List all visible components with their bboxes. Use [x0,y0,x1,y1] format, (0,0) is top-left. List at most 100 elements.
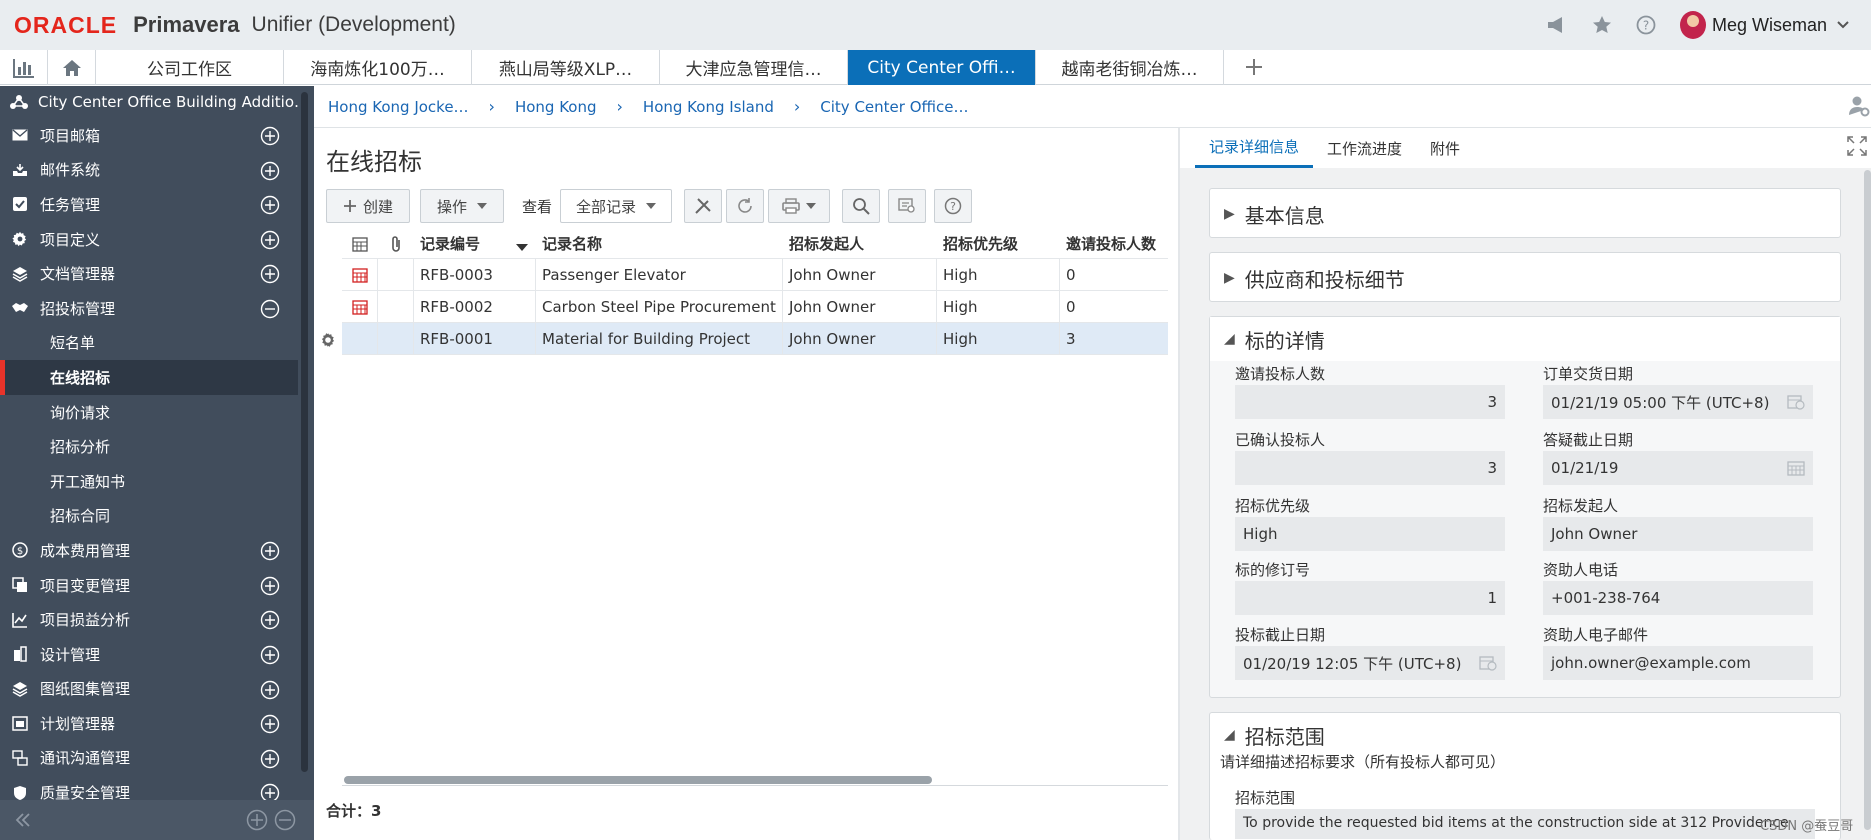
view-select[interactable]: 全部记录 [560,189,673,223]
add-tab-button[interactable] [1224,50,1284,84]
record-name-cell[interactable]: Material for Building Project [536,323,783,354]
avatar[interactable] [1679,11,1706,39]
supplier-section[interactable]: ▶ 供应商和投标细节 [1209,252,1841,302]
expand-plus-icon[interactable] [260,645,280,665]
workspace-tab[interactable]: City Center Offi… [848,50,1036,85]
create-button[interactable]: 创建 [326,189,410,223]
record-number-cell[interactable]: RFB-0001 [414,323,536,354]
column-header-record-name[interactable]: 记录名称 [536,229,783,258]
project-name: City Center Office Building Additio… [38,93,300,111]
row-settings-icon[interactable] [318,330,338,350]
expand-plus-icon[interactable] [260,126,280,146]
find-on-page-button[interactable] [888,189,927,223]
breadcrumb-link[interactable]: Hong Kong Island [643,98,774,116]
sidebar-item[interactable]: 项目变更管理 [0,568,300,603]
column-header-priority[interactable]: 招标优先级 [937,229,1060,258]
expand-triangle-icon[interactable]: ▶ [1224,206,1235,222]
announcement-icon[interactable] [1546,16,1568,34]
sidebar-item[interactable]: $ 成本费用管理 [0,533,300,568]
expand-plus-icon[interactable] [260,541,280,561]
expand-plus-icon[interactable] [260,680,280,700]
workspace-tab[interactable]: 大津应急管理信… [660,50,848,85]
user-settings-icon[interactable] [1848,95,1870,117]
sidebar-item[interactable]: 邮件系统 [0,153,300,188]
help-icon[interactable]: ? [1636,15,1656,35]
sidebar-item[interactable]: 设计管理 [0,637,300,672]
collapse-triangle-icon[interactable]: ◢ [1224,727,1235,743]
detail-tab[interactable]: 工作流进度 [1313,128,1416,168]
sidebar-subitem[interactable]: 开工通知书 [0,464,298,499]
breadcrumb-link[interactable]: Hong Kong Jocke… [328,98,469,116]
expand-plus-icon[interactable] [260,610,280,630]
sidebar-subitem[interactable]: 在线招标 [0,360,298,395]
sidebar-subitem[interactable]: 招标合同 [0,499,298,534]
collapse-triangle-icon[interactable]: ◢ [1224,331,1235,347]
home-button[interactable] [48,50,96,85]
sidebar-subitem[interactable]: 短名单 [0,326,298,361]
collapse-sidebar-icon[interactable] [14,812,32,828]
dashboard-button[interactable] [0,50,48,85]
table-row[interactable]: RFB-0003 Passenger Elevator John Owner High… [342,259,1168,291]
sidebar-scrollbar[interactable] [301,92,308,772]
chevron-down-icon[interactable] [1837,21,1849,29]
column-header-creator[interactable]: 招标发起人 [783,229,937,258]
expand-plus-icon[interactable] [260,195,280,215]
expand-plus-icon[interactable] [260,230,280,250]
sidebar-item[interactable]: 图纸图集管理 [0,672,300,707]
column-header-invited[interactable]: 邀请投标人数 [1060,229,1168,258]
sidebar-item[interactable]: 通讯沟通管理 [0,741,300,776]
sort-desc-icon[interactable] [516,244,528,251]
field-value: 01/20/19 12:05 下午 (UTC+8) [1243,654,1462,673]
expand-plus-icon[interactable] [260,749,280,769]
detail-tab[interactable]: 附件 [1416,128,1474,168]
expand-triangle-icon[interactable]: ▶ [1224,270,1235,286]
record-name-cell[interactable]: Passenger Elevator [536,259,783,290]
collapse-all-icon[interactable] [274,809,296,831]
expand-plus-icon[interactable] [260,576,280,596]
detail-scrollbar[interactable] [1864,170,1871,830]
scrollbar-thumb[interactable] [344,776,932,784]
expand-plus-icon[interactable] [260,264,280,284]
expand-all-icon[interactable] [246,809,268,831]
print-icon [782,198,800,214]
user-name[interactable]: Meg Wiseman [1712,15,1827,36]
record-number-cell[interactable]: RFB-0002 [414,291,536,322]
basic-info-section[interactable]: ▶ 基本信息 [1209,188,1841,238]
record-name-cell[interactable]: Carbon Steel Pipe Procurement [536,291,783,322]
column-header-record-number[interactable]: 记录编号 [414,229,536,258]
refresh-button[interactable] [726,189,765,223]
sidebar-item[interactable]: 计划管理器 [0,706,300,741]
workspace-tab[interactable]: 海南炼化100万… [284,50,472,85]
breadcrumb-link[interactable]: City Center Office… [820,98,968,116]
help-button[interactable]: ? [934,189,973,223]
table-row[interactable]: RFB-0001 Material for Building Project Joh… [342,323,1168,355]
table-row[interactable]: RFB-0002 Carbon Steel Pipe Procurement Joh… [342,291,1168,323]
workspace-tab[interactable]: 越南老街铜冶炼… [1036,50,1224,85]
detail-tab[interactable]: 记录详细信息 [1195,128,1314,168]
sidebar-item[interactable]: 文档管理器 [0,256,300,291]
collapse-minus-icon[interactable] [260,299,280,319]
workspace-tab[interactable]: 燕山局等级XLP… [472,50,660,85]
sidebar-item[interactable]: 项目损益分析 [0,602,300,637]
search-button[interactable] [842,189,881,223]
horizontal-scrollbar[interactable] [342,774,1168,786]
expand-plus-icon[interactable] [260,161,280,181]
sidebar-item-label: 图纸图集管理 [40,680,131,699]
sidebar-item-label: 邮件系统 [40,161,101,180]
actions-dropdown[interactable]: 操作 [420,189,504,223]
print-dropdown[interactable] [768,189,831,223]
tools-button[interactable] [684,189,723,223]
sidebar-subitem[interactable]: 询价请求 [0,395,298,430]
sidebar-item[interactable]: 项目定义 [0,222,300,257]
breadcrumb-link[interactable]: Hong Kong [515,98,597,116]
project-selector[interactable]: City Center Office Building Additio… [0,86,300,118]
expand-plus-icon[interactable] [260,714,280,734]
sidebar-item[interactable]: 任务管理 [0,187,300,222]
sidebar-item[interactable]: 项目邮箱 [0,118,300,153]
record-number-cell[interactable]: RFB-0003 [414,259,536,290]
expand-icon[interactable] [1847,136,1867,156]
workspace-tab[interactable]: 公司工作区 [96,50,284,85]
star-icon[interactable] [1592,15,1612,35]
sidebar-subitem[interactable]: 招标分析 [0,429,298,464]
sidebar-item[interactable]: 招投标管理 [0,291,300,326]
